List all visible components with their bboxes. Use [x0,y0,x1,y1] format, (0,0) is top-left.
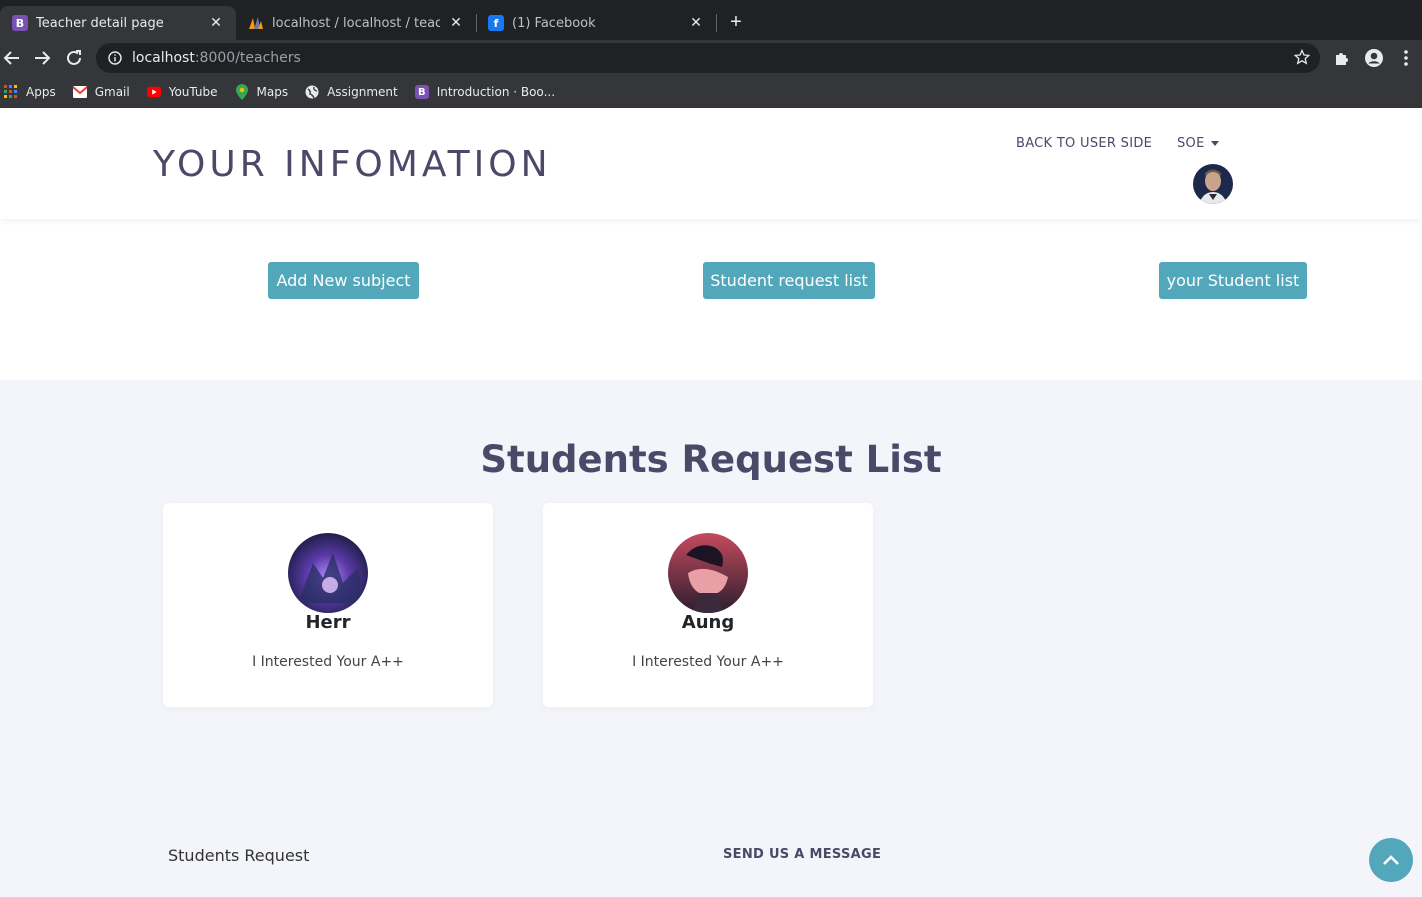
bookmark-star-icon[interactable] [1293,48,1311,69]
reload-button[interactable] [62,46,86,70]
back-button[interactable] [0,46,24,70]
bookmark-gmail[interactable]: Gmail [72,85,130,99]
student-request-card[interactable]: Aung I Interested Your A++ [543,503,873,707]
globe-icon [305,85,319,99]
student-request-list-button[interactable]: Student request list [703,262,875,299]
tab-teacher-detail[interactable]: B Teacher detail page ✕ [0,6,236,40]
request-message: I Interested Your A++ [252,654,404,670]
url-host: localhost [132,50,195,66]
close-icon[interactable]: ✕ [448,15,464,31]
student-request-card[interactable]: Herr I Interested Your A++ [163,503,493,707]
student-name: Herr [305,612,351,633]
bootstrap-icon: B [12,15,28,31]
bootstrap-icon: B [414,85,429,99]
site-header: YOUR INFOMATION BACK TO USER SIDE SOE [0,108,1422,219]
extensions-puzzle-icon[interactable] [1330,46,1354,70]
profile-icon[interactable] [1362,46,1386,70]
tab-facebook[interactable]: f (1) Facebook ✕ [476,6,716,40]
tab-separator [716,14,717,32]
back-to-user-side-link[interactable]: BACK TO USER SIDE [1016,136,1152,151]
gmail-icon [72,85,87,99]
bookmark-bootstrap[interactable]: B Introduction · Boo... [414,85,556,99]
add-new-subject-button[interactable]: Add New subject [268,262,419,299]
bookmark-assignment[interactable]: Assignment [305,85,398,99]
info-icon [108,51,122,65]
apps-grid-icon [4,85,18,99]
browser-tab-strip: B Teacher detail page ✕ localhost / loca… [0,0,1422,40]
footer-send-message-heading: SEND US A MESSAGE [723,847,882,862]
tab-title: (1) Facebook [512,15,596,31]
bookmarks-bar: Apps Gmail YouTube Maps Assignment B Int… [0,76,1422,108]
bookmark-label: Maps [256,85,289,99]
address-bar[interactable]: localhost:8000/teachers [96,43,1320,73]
scroll-to-top-button[interactable] [1369,838,1413,882]
arrow-right-icon [35,51,51,65]
url-path: :8000/teachers [194,50,301,66]
chevron-up-icon [1383,855,1399,865]
tab-title: Teacher detail page [36,15,164,31]
close-icon[interactable]: ✕ [688,15,704,31]
bookmark-label: Assignment [327,85,398,99]
bookmark-maps[interactable]: Maps [235,84,289,100]
bookmark-label: YouTube [168,85,218,99]
browser-toolbar: localhost:8000/teachers [0,40,1422,76]
tab-phpmyadmin[interactable]: localhost / localhost / teacher / ✕ [236,6,476,40]
caret-down-icon [1210,141,1219,146]
bookmark-label: Apps [26,85,56,99]
students-request-section: Students Request List Herr I Interested … [0,380,1422,897]
avatar [288,533,368,613]
bookmark-label: Introduction · Boo... [436,85,556,99]
maps-pin-icon [235,84,249,100]
tab-title: localhost / localhost / teacher / [272,15,440,31]
student-name: Aung [681,612,735,633]
user-dropdown[interactable]: SOE [1177,136,1219,151]
reload-icon [67,50,81,65]
avatar [668,533,748,613]
footer-students-request-heading: Students Request [168,846,310,865]
section-title: Students Request List [480,438,942,481]
bookmark-youtube[interactable]: YouTube [146,85,218,99]
phpmyadmin-icon [248,15,264,31]
arrow-left-icon [3,51,19,65]
menu-kebab-icon[interactable] [1394,46,1418,70]
forward-button[interactable] [30,46,54,70]
bookmark-label: Gmail [94,85,130,99]
bookmark-apps[interactable]: Apps [4,85,56,99]
new-tab-button[interactable]: + [724,10,748,34]
close-icon[interactable]: ✕ [208,15,224,31]
facebook-icon: f [488,15,504,31]
your-student-list-button[interactable]: your Student list [1159,262,1307,299]
avatar[interactable] [1193,164,1233,204]
youtube-icon [146,85,161,99]
request-message: I Interested Your A++ [632,654,784,670]
user-name: SOE [1177,136,1205,151]
page-title: YOUR INFOMATION [153,144,552,185]
